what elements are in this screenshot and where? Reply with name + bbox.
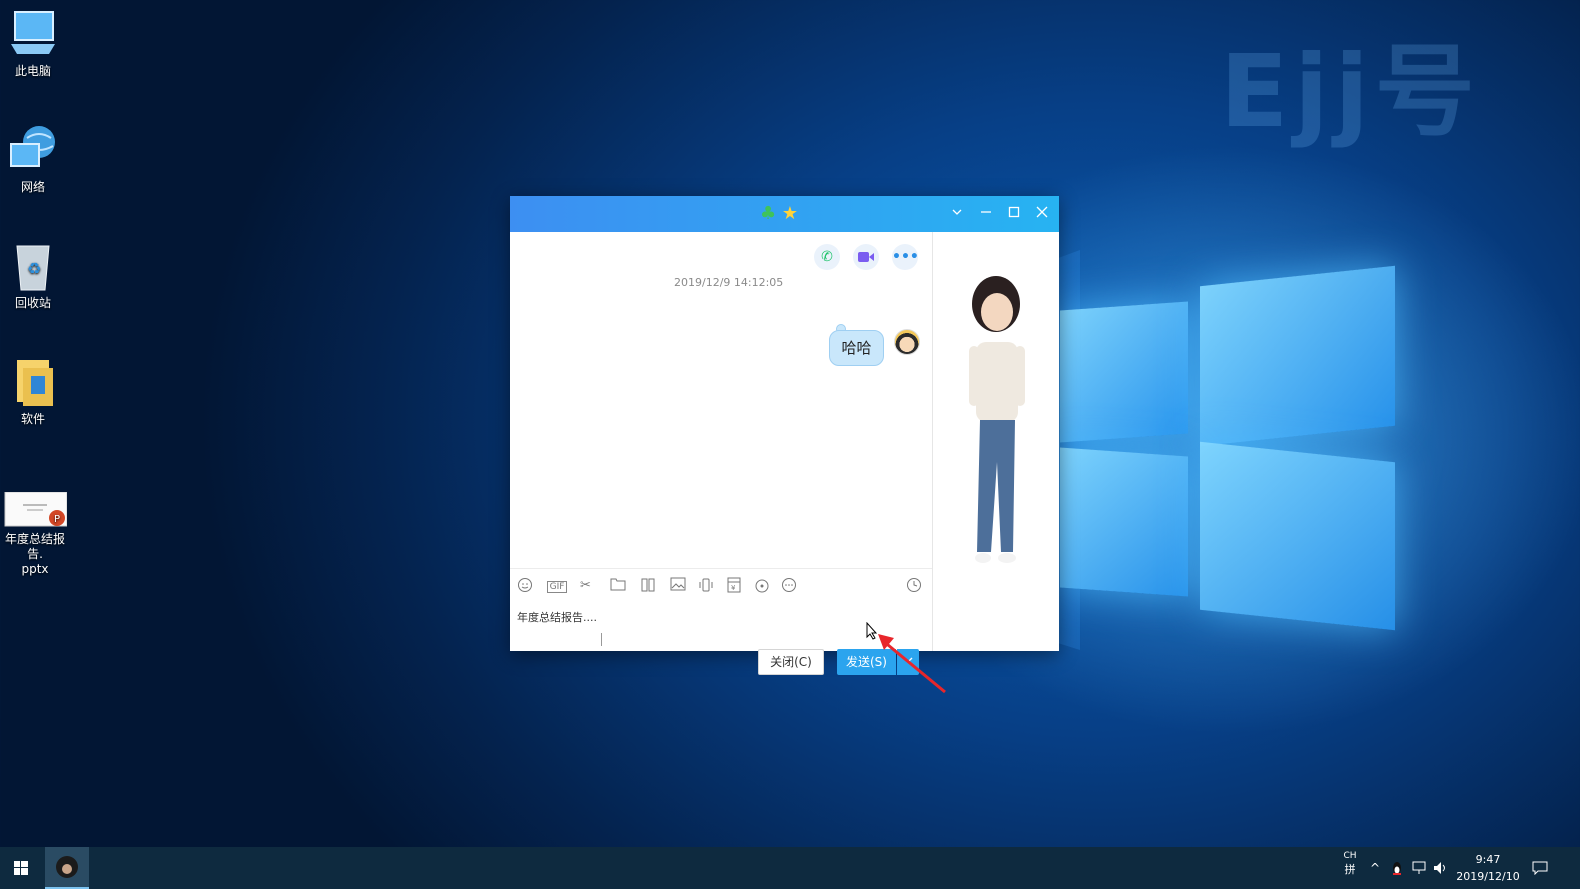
network-tray-button[interactable] <box>1411 847 1429 889</box>
svg-text:¥: ¥ <box>731 584 736 592</box>
svg-text:P: P <box>54 514 60 525</box>
windows-logo-wallpaper <box>1060 265 1400 636</box>
clock-icon <box>907 578 921 592</box>
close-icon <box>1036 206 1048 218</box>
text-caret <box>601 633 602 646</box>
video-call-button[interactable] <box>853 244 879 270</box>
send-image-button[interactable] <box>670 577 686 595</box>
taskbar: CH 拼 ^ 9:47 2019/12/10 <box>0 847 1580 889</box>
windows-start-icon <box>14 861 28 875</box>
shake-icon <box>699 578 713 592</box>
chat-app-icon <box>56 856 78 878</box>
close-window-button[interactable] <box>1032 204 1052 224</box>
input-toolbar: GIF ✂ ¥ <box>510 568 932 600</box>
folder-icon <box>7 356 59 408</box>
pptx-file-icon: P <box>3 491 68 528</box>
input-language[interactable]: CH 拼 <box>1342 847 1358 889</box>
desktop-icon-label: 软件 <box>20 412 45 426</box>
network-icon <box>1412 861 1426 874</box>
desktop-icon-label: 网络 <box>20 180 45 194</box>
file-transfer-icon <box>641 578 655 592</box>
star-icon: ★ <box>781 203 799 224</box>
image-icon <box>670 577 686 591</box>
more-actions-button[interactable]: ••• <box>892 244 919 270</box>
penguin-icon <box>1393 862 1401 875</box>
desktop-icon-network[interactable]: 网络 <box>0 124 66 195</box>
start-button[interactable] <box>0 847 42 889</box>
message-area: ✆ ••• 2019/12/9 14:12:05 哈哈 GIF ✂ ¥ 年度总结… <box>510 232 932 675</box>
more-icon: ••• <box>892 249 919 265</box>
desktop-icon-recycle-bin[interactable]: ♻ 回收站 <box>0 240 66 311</box>
desktop-icon-this-pc[interactable]: 此电脑 <box>0 8 66 79</box>
maximize-button[interactable] <box>1004 204 1024 224</box>
chevron-up-icon: ^ <box>1369 861 1381 875</box>
clock-time: 9:47 <box>1475 853 1501 866</box>
emoji-button[interactable] <box>517 577 533 595</box>
desktop-icon-software-folder[interactable]: 软件 <box>0 356 66 427</box>
folder-icon <box>610 578 626 591</box>
desktop-icon-label: 此电脑 <box>14 64 51 78</box>
recycle-bin-icon: ♻ <box>7 240 59 292</box>
desktop-icon-label-line2: pptx <box>21 562 49 576</box>
notification-icon <box>1532 861 1548 876</box>
network-icon <box>7 124 59 176</box>
contact-show-panel <box>932 232 1059 651</box>
message-input[interactable]: 年度总结报告.... <box>517 609 597 625</box>
title-badges: ♣ ★ <box>760 203 798 224</box>
volume-tray-button[interactable] <box>1433 847 1451 889</box>
message-timestamp: 2019/12/9 14:12:05 <box>674 276 784 289</box>
minimize-button[interactable] <box>976 204 996 224</box>
emoji-icon <box>518 578 532 592</box>
more-icon <box>782 578 796 592</box>
close-button[interactable]: 关闭(C) <box>758 649 824 675</box>
svg-text:♻: ♻ <box>27 259 41 278</box>
ime-mode: 拼 <box>1344 863 1356 876</box>
message-history-button[interactable] <box>906 577 922 595</box>
red-packet-icon: ¥ <box>727 577 741 593</box>
voice-call-button[interactable]: ✆ <box>814 244 840 270</box>
speaker-icon <box>1434 862 1445 874</box>
music-button[interactable] <box>754 577 770 595</box>
maximize-icon <box>1008 206 1020 218</box>
chat-titlebar[interactable]: ♣ ★ <box>510 196 1059 232</box>
gif-button[interactable]: GIF <box>545 577 569 595</box>
minimize-icon <box>981 211 991 213</box>
desktop-icon-pptx-file[interactable]: P 年度总结报告. pptx <box>0 491 70 577</box>
video-call-icon <box>858 252 874 262</box>
gif-icon: GIF <box>546 581 568 593</box>
chat-window: ♣ ★ ✆ ••• 2019/12/9 14:12:05 哈哈 GIF ✂ ¥ … <box>510 196 1059 675</box>
clover-icon: ♣ <box>760 203 777 224</box>
phone-call-icon: ✆ <box>821 249 833 265</box>
screenshot-button[interactable]: ✂ <box>580 577 591 595</box>
desktop-icon-label: 回收站 <box>14 296 51 310</box>
clock-date: 2019/12/10 <box>1456 870 1520 883</box>
send-file-button[interactable] <box>610 577 626 595</box>
file-transfer-button[interactable] <box>640 577 656 595</box>
this-pc-icon <box>7 8 59 60</box>
screenshot-scissors-icon: ✂ <box>580 578 591 593</box>
avatar-figure <box>969 276 1025 563</box>
red-packet-button[interactable]: ¥ <box>727 577 741 595</box>
taskbar-clock[interactable]: 9:47 2019/12/10 <box>1452 851 1524 885</box>
language-code: CH <box>1343 851 1357 861</box>
show-hidden-icons-button[interactable]: ^ <box>1368 847 1382 889</box>
desktop-icon-label-line1: 年度总结报告. <box>4 532 65 561</box>
dropdown-button[interactable] <box>947 204 967 224</box>
chevron-down-icon <box>952 209 962 215</box>
action-center-button[interactable] <box>1532 847 1550 889</box>
taskbar-chat-app[interactable] <box>45 847 89 889</box>
avatar[interactable] <box>894 329 920 355</box>
watermark: Ejj号 <box>1220 33 1481 150</box>
mouse-cursor <box>866 622 878 640</box>
message-bubble[interactable]: 哈哈 <box>829 330 884 366</box>
shake-button[interactable] <box>698 577 714 595</box>
more-tools-button[interactable] <box>781 577 797 595</box>
music-icon <box>755 579 769 593</box>
tray-qq-icon[interactable] <box>1390 847 1404 889</box>
